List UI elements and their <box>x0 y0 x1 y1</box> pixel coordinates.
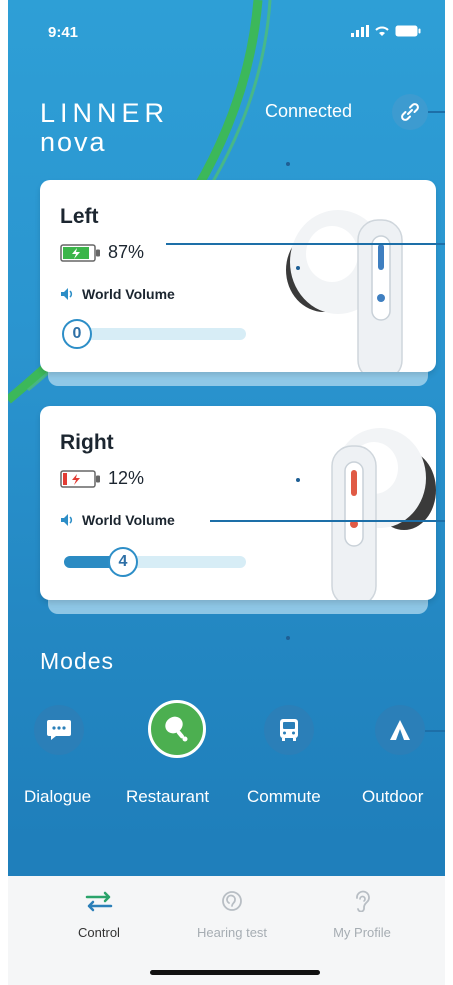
status-icons <box>351 25 421 37</box>
battery-icon <box>60 469 100 488</box>
link-icon <box>401 103 419 121</box>
battery-status-icon <box>395 25 421 37</box>
callout-line <box>428 111 445 113</box>
tab-hearing-test-label: Hearing test <box>196 925 268 940</box>
status-time: 9:41 <box>48 24 79 41</box>
ear-scan-icon <box>222 891 242 911</box>
right-volume-label: World Volume <box>82 512 175 528</box>
modes-title: Modes <box>40 648 115 674</box>
left-volume-row: World Volume <box>60 286 175 302</box>
mode-commute-button[interactable] <box>264 705 314 755</box>
right-card-title: Right <box>60 431 114 454</box>
left-battery-percent: 87% <box>108 242 145 262</box>
callout-line <box>425 730 445 732</box>
connection-status: Connected <box>265 101 353 121</box>
mode-commute-label: Commute <box>247 787 321 806</box>
link-button[interactable] <box>392 94 428 130</box>
left-earbud-image <box>286 210 403 372</box>
tab-control[interactable]: Control <box>39 890 159 940</box>
home-indicator[interactable] <box>150 970 320 975</box>
battery-icon <box>60 243 100 262</box>
tab-control-label: Control <box>78 925 120 940</box>
right-battery-fill <box>63 472 67 485</box>
left-earbud-indicator <box>378 244 384 270</box>
signal-icon <box>351 25 369 37</box>
left-card-title: Left <box>60 205 99 228</box>
wifi-icon <box>375 26 389 36</box>
tab-my-profile-label: My Profile <box>333 925 391 940</box>
ear-icon <box>356 890 370 913</box>
mode-restaurant-button[interactable] <box>148 700 206 758</box>
right-volume-row: World Volume <box>60 512 175 528</box>
right-earbud-image <box>331 428 436 600</box>
mode-dialogue-label: Dialogue <box>24 787 92 806</box>
right-volume-knob[interactable]: 4 <box>108 547 138 577</box>
mode-outdoor-label: Outdoor <box>362 787 424 806</box>
left-volume-knob[interactable]: 0 <box>62 319 92 349</box>
left-earbud-card[interactable]: Left 87% World Volume 0 <box>40 180 436 372</box>
speaker-icon <box>61 288 73 300</box>
mode-restaurant-label: Restaurant <box>126 787 210 806</box>
sliders-icon <box>85 891 113 912</box>
right-volume-slider[interactable] <box>64 556 246 568</box>
callout-dot <box>286 162 290 166</box>
chat-bubble-icon <box>47 720 71 740</box>
tab-my-profile[interactable]: My Profile <box>302 890 422 940</box>
bottom-tab-bar: Control Hearing test My Profile <box>8 876 445 985</box>
right-earbud-card[interactable]: Right 12% World Volume 4 <box>40 406 436 600</box>
speaker-icon <box>61 514 73 526</box>
bus-icon <box>280 719 298 741</box>
callout-dot <box>286 636 290 640</box>
mode-outdoor-button[interactable] <box>375 705 425 755</box>
callout-line <box>166 243 445 245</box>
callout-dot <box>296 478 300 482</box>
mode-dialogue-button[interactable] <box>34 705 84 755</box>
app-screen: 9:41 LINNER nova Connected Left 87% Worl… <box>8 0 445 985</box>
right-battery-percent: 12% <box>108 468 145 488</box>
left-volume-label: World Volume <box>82 286 175 302</box>
right-battery-row: 12% <box>60 468 144 489</box>
right-earbud-indicator <box>351 470 357 496</box>
brand-logo-bottom: nova <box>40 127 107 157</box>
tent-icon <box>390 720 410 740</box>
callout-line <box>210 520 445 522</box>
brand-logo-top: LINNER <box>40 98 170 128</box>
drumstick-icon <box>165 716 188 742</box>
callout-dot <box>296 266 300 270</box>
tab-hearing-test[interactable]: Hearing test <box>172 890 292 940</box>
left-battery-row: 87% <box>60 242 144 263</box>
